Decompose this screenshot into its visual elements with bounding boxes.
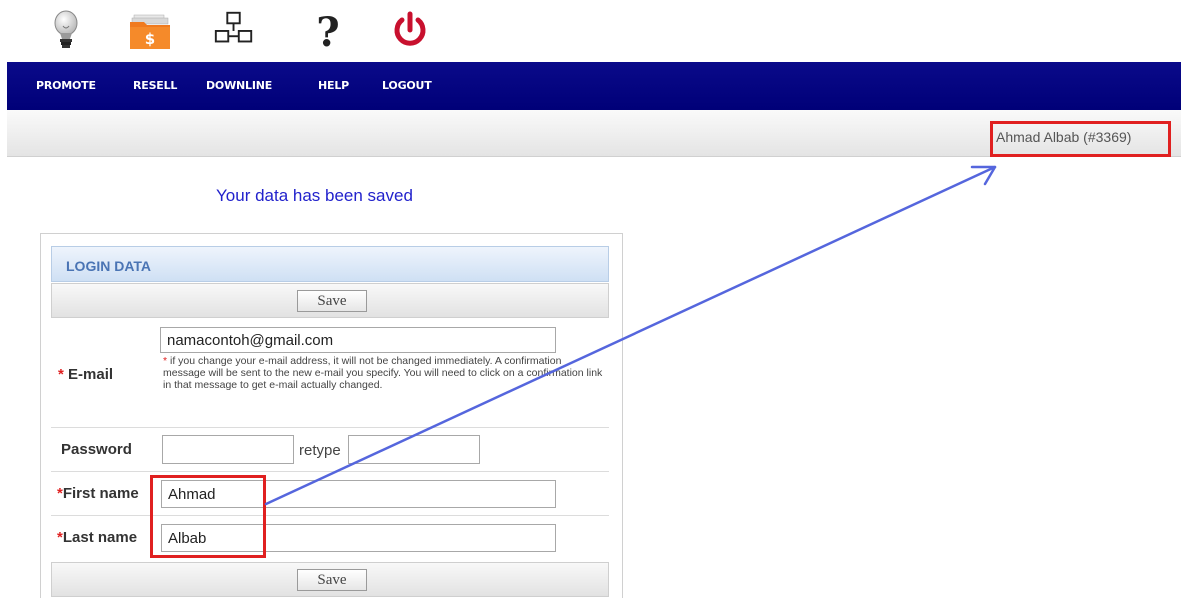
section-title: LOGIN DATA [66,258,152,274]
nav-logout[interactable]: LOGOUT [382,79,432,92]
dollar-folder-icon[interactable]: $ [128,8,172,52]
question-icon[interactable]: ? [306,8,350,52]
lightbulb-icon[interactable] [44,8,88,52]
row-divider [51,471,609,472]
network-icon[interactable] [212,8,256,52]
toolbar-icons: $ ? [0,0,1181,62]
password-label: Password [61,441,132,458]
email-label: * E-mail [58,366,114,383]
save-button-top[interactable]: Save [297,290,367,312]
annotation-highlight-name [150,475,266,558]
main-navbar [7,62,1181,110]
nav-resell[interactable]: RESELL [133,79,177,92]
row-divider [51,515,609,516]
top-button-row: Save [51,283,609,318]
power-icon[interactable] [388,8,432,52]
email-note: * if you change your e-mail address, it … [163,355,603,391]
retype-label: retype [299,442,341,459]
retype-password-field[interactable] [348,435,480,464]
nav-downline[interactable]: DOWNLINE [206,79,272,92]
nav-promote[interactable]: PROMOTE [36,79,96,92]
nav-help[interactable]: HELP [318,79,349,92]
annotation-highlight-user [990,121,1171,157]
first-name-label: *First name [57,485,139,502]
save-button-bottom[interactable]: Save [297,569,367,591]
last-name-label: *Last name [57,529,138,546]
svg-text:$: $ [145,30,155,48]
svg-text:?: ? [316,9,339,52]
email-field[interactable] [160,327,556,353]
password-field[interactable] [162,435,294,464]
saved-message: Your data has been saved [216,186,413,205]
bottom-button-row: Save [51,562,609,597]
row-divider [51,427,609,428]
